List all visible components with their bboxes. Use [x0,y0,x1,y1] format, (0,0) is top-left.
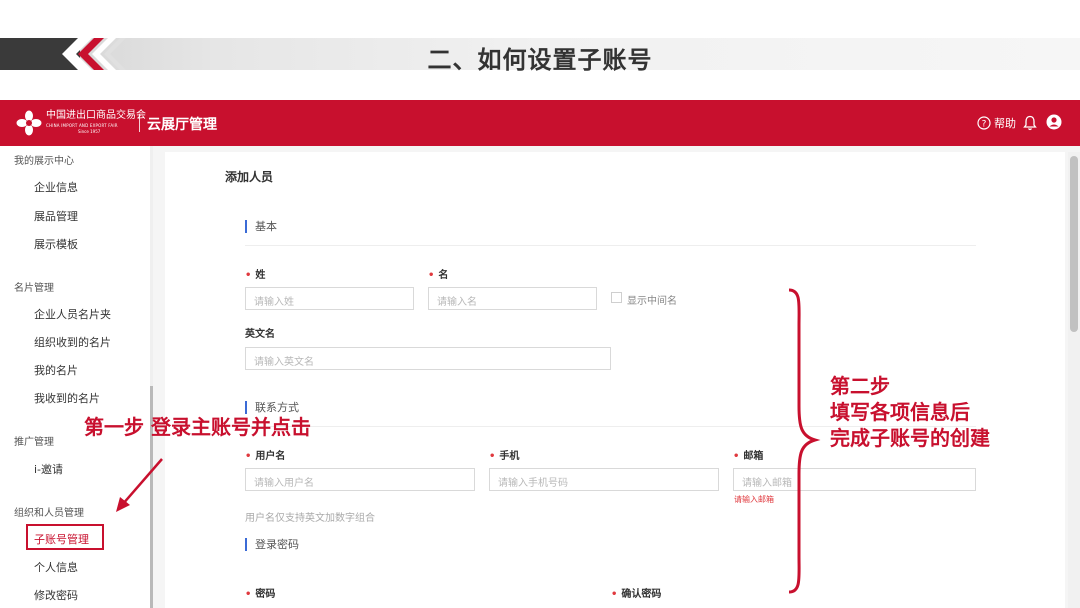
sidebar-item-org-received-cards[interactable]: 组织收到的名片 [34,334,111,350]
logo-english-text: CHINA IMPORT AND EXPORT FAIR [46,123,118,128]
email-input[interactable]: 请输入邮箱 [733,468,976,491]
email-label: • 邮箱 [733,451,764,462]
phone-input[interactable]: 请输入手机号码 [489,468,719,491]
logo-since-text: Since 1957 [78,129,101,134]
phone-label: • 手机 [489,451,520,462]
sidebar-item-company-info[interactable]: 企业信息 [34,179,78,195]
svg-text:?: ? [982,120,987,130]
app-name: 云展厅管理 [147,117,217,133]
help-button[interactable]: ? 帮助 [977,115,1016,131]
section-basic: 基本 [245,220,277,233]
help-label: 帮助 [994,117,1016,130]
slide-title: 二、如何设置子账号 [427,46,653,74]
annotation-arrow-icon [116,458,163,512]
user-avatar-icon[interactable] [1046,114,1062,130]
email-error: 请输入邮箱 [734,495,774,504]
annotation-step2: 第二步 填写各项信息后 完成子账号的创建 [830,373,990,451]
sidebar-item-subaccounts[interactable]: 子账号管理 [26,524,104,550]
annotation-step2-line3: 完成子账号的创建 [830,426,990,450]
help-icon: ? [977,116,991,130]
sidebar-item-staff-cards[interactable]: 企业人员名片夹 [34,306,111,322]
last-name-label: • 姓 [245,270,266,281]
username-label: • 用户名 [245,451,286,462]
sidebar-group-showcase[interactable]: 我的展示中心 [14,152,74,167]
main-scrollbar[interactable] [1068,152,1080,608]
show-middle-name-label[interactable]: 显示中间名 [627,292,677,307]
username-input[interactable]: 请输入用户名 [245,468,475,491]
sidebar-item-change-password[interactable]: 修改密码 [34,587,78,603]
sidebar-item-exhibits[interactable]: 展品管理 [34,208,78,224]
page-title: 添加人员 [225,170,274,184]
sidebar-item-templates[interactable]: 展示模板 [34,236,78,252]
sidebar-item-personal-info[interactable]: 个人信息 [34,559,78,575]
sidebar-group-cards[interactable]: 名片管理 [14,279,54,294]
first-name-input[interactable]: 请输入名 [428,287,597,310]
first-name-label: • 名 [428,270,449,281]
annotation-brace-icon [788,288,821,594]
section-password: 登录密码 [245,538,299,551]
sidebar-item-received-cards[interactable]: 我收到的名片 [34,390,100,406]
sidebar-group-promotion[interactable]: 推广管理 [14,433,54,448]
show-middle-name-checkbox[interactable] [611,292,622,303]
annotation-step1: 第一步 登录主账号并点击 [84,415,311,439]
annotation-step2-line2: 填写各项信息后 [830,400,970,424]
logo-chinese-text: 中国进出口商品交易会 [46,110,146,121]
sidebar-item-invite[interactable]: i-邀请 [34,461,63,477]
english-name-input[interactable]: 请输入英文名 [245,347,611,370]
canton-fair-logo-icon[interactable] [16,110,42,136]
annotation-step2-line1: 第二步 [830,374,890,398]
bell-icon[interactable] [1023,115,1037,131]
last-name-input[interactable]: 请输入姓 [245,287,414,310]
header-divider [139,114,140,132]
section-divider [245,245,976,246]
confirm-password-label: • 确认密码 [611,589,662,600]
sidebar-item-subaccounts-label: 子账号管理 [34,533,89,546]
username-hint: 用户名仅支持英文加数字组合 [245,513,375,524]
password-label: • 密码 [245,589,276,600]
sidebar-item-my-card[interactable]: 我的名片 [34,362,78,378]
english-name-label: 英文名 [245,329,275,340]
sidebar-group-org-people[interactable]: 组织和人员管理 [14,504,84,519]
